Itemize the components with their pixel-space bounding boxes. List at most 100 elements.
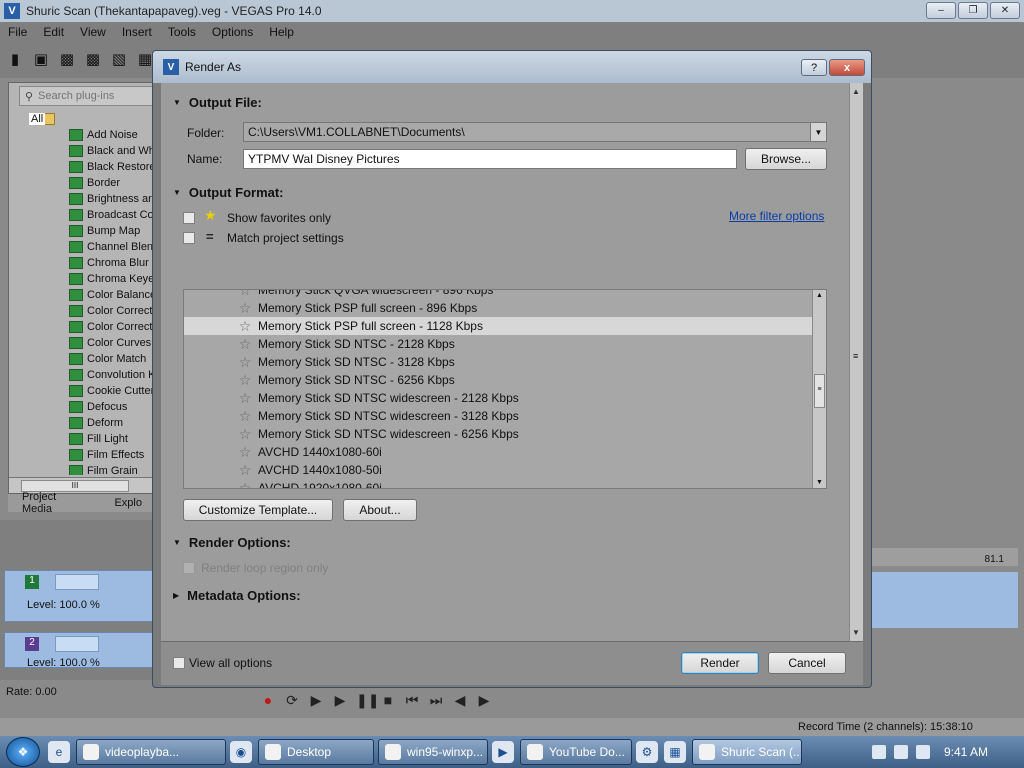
list-item[interactable]: ☆ AVCHD 1920x1080-60i [184,479,812,489]
view-all-options-checkbox[interactable] [173,657,185,669]
format-list[interactable]: ☆ Memory Stick QVGA widescreen - 896 Kbps… [183,289,827,489]
star-outline-icon[interactable]: ☆ [238,426,252,443]
previous-frame-icon[interactable]: ◀ [452,692,468,709]
help-button[interactable]: ? [801,59,827,76]
plugin-item[interactable]: Bump Map [69,223,140,239]
track-header-2[interactable]: 2 Level: 100.0 % [4,632,156,669]
save-as-icon[interactable]: ▩ [84,51,102,69]
match-settings-checkbox[interactable] [183,232,195,244]
about-button[interactable]: About... [343,499,417,521]
format-list-scrollbar[interactable]: ▲ ≡ ▼ [812,290,826,488]
stop-icon[interactable]: ■ [380,692,396,708]
customize-template-button[interactable]: Customize Template... [183,499,333,521]
tab-explorer[interactable]: Explo [100,497,156,509]
start-button[interactable]: ❖ [6,737,40,767]
render-options-section[interactable]: ▼ Render Options: [173,535,291,550]
plugin-item[interactable]: Fill Light [69,431,128,447]
plugin-item[interactable]: Cookie Cutter [69,383,154,399]
plugin-item[interactable]: Color Curves [69,335,151,351]
taskbar-item[interactable]: YouTube Do... [520,739,632,765]
app-quicklaunch-icon[interactable]: ◉ [230,741,252,763]
star-outline-icon[interactable]: ☆ [238,372,252,389]
menu-edit[interactable]: Edit [35,25,72,39]
list-item[interactable]: ☆ Memory Stick PSP full screen - 896 Kbps [184,299,812,317]
list-item[interactable]: ☆ Memory Stick SD NTSC - 6256 Kbps [184,371,812,389]
pause-icon[interactable]: ❚❚ [356,692,379,709]
plugin-item[interactable]: Deform [69,415,123,431]
taskbar-item-active[interactable]: Shuric Scan (... [692,739,802,765]
star-outline-icon[interactable]: ☆ [238,462,252,479]
tab-project-media[interactable]: Project Media [8,491,100,515]
track-header-1[interactable]: 1 Level: 100.0 % [4,570,156,622]
media-player-icon[interactable]: ▶ [492,741,514,763]
maximize-button[interactable]: ❐ [958,2,988,19]
go-to-end-icon[interactable]: ⏭ [428,692,444,709]
plugin-item[interactable]: Film Effects [69,447,144,463]
list-item[interactable]: ☆ AVCHD 1440x1080-50i [184,461,812,479]
plugin-item[interactable]: Color Match [69,351,146,367]
name-field[interactable]: YTPMV Wal Disney Pictures [243,149,737,169]
show-favorites-checkbox[interactable] [183,212,195,224]
tree-root[interactable]: - All [29,113,55,125]
plugin-item[interactable]: Color Correcto [69,303,157,319]
track-lane[interactable] [868,572,1018,628]
plugin-search[interactable]: ⚲ [19,86,157,106]
chevron-down-icon[interactable]: ▼ [810,123,826,141]
taskbar-item[interactable]: Desktop [258,739,374,765]
star-outline-icon[interactable]: ☆ [238,390,252,407]
dialog-scrollbar[interactable]: ▲ ≡ ▼ [849,83,863,641]
plugin-item[interactable]: Film Grain [69,463,138,475]
plugin-item[interactable]: Color Correcto [69,319,157,335]
render-loop-checkbox[interactable] [183,562,195,574]
plugin-search-input[interactable] [38,90,148,102]
plugin-item[interactable]: Chroma Blur [69,255,149,271]
star-outline-icon[interactable]: ☆ [238,354,252,371]
star-outline-icon[interactable]: ☆ [238,336,252,353]
star-outline-icon[interactable]: ☆ [238,408,252,425]
menu-file[interactable]: File [0,25,35,39]
render-icon[interactable]: ▧ [110,51,128,69]
star-outline-icon[interactable]: ☆ [238,290,252,299]
track-name-field[interactable] [55,574,99,590]
browse-button[interactable]: Browse... [745,148,827,170]
scroll-down-icon[interactable]: ▼ [852,628,860,637]
cancel-button[interactable]: Cancel [768,652,846,674]
go-to-start-icon[interactable]: ⏮ [404,692,420,709]
plugin-item[interactable]: Black and Whit [69,143,157,159]
taskbar-item[interactable]: win95-winxp... [378,739,488,765]
output-format-section[interactable]: ▼ Output Format: [173,185,284,200]
plugin-item[interactable]: Border [69,175,120,191]
metadata-options-section[interactable]: ▶ Metadata Options: [173,588,301,603]
clock[interactable]: 9:41 AM [944,745,988,759]
plugin-item[interactable]: Channel Blend [69,239,157,255]
list-item[interactable]: ☆ Memory Stick SD NTSC - 2128 Kbps [184,335,812,353]
plugin-item[interactable]: Convolution Ke [69,367,157,383]
list-item[interactable]: ☆ Memory Stick SD NTSC widescreen - 3128 … [184,407,812,425]
list-item[interactable]: ☆ Memory Stick SD NTSC - 3128 Kbps [184,353,812,371]
new-file-icon[interactable]: ▮ [6,51,24,69]
close-window-button[interactable]: ✕ [990,2,1020,19]
network-icon[interactable] [893,745,908,759]
flag-icon[interactable] [871,745,886,759]
settings-icon[interactable]: ⚙ [636,741,658,763]
list-item[interactable]: ☆ Memory Stick SD NTSC widescreen - 2128 … [184,389,812,407]
volume-icon[interactable] [915,745,930,759]
scroll-down-icon[interactable]: ▼ [816,479,823,486]
minimize-button[interactable]: – [926,2,956,19]
plugin-item[interactable]: Color Balance [69,287,156,303]
plugin-item[interactable]: Add Noise [69,127,138,143]
list-item[interactable]: ☆ AVCHD 1440x1080-60i [184,443,812,461]
menu-help[interactable]: Help [261,25,302,39]
folder-combo[interactable]: C:\Users\VM1.COLLABNET\Documents\ ▼ [243,122,827,142]
scroll-grip-icon[interactable]: ≡ [853,351,858,361]
plugin-item[interactable]: Broadcast Colo [69,207,157,223]
list-item[interactable]: ☆ Memory Stick QVGA widescreen - 896 Kbps [184,290,812,299]
close-dialog-button[interactable]: x [829,59,865,76]
star-outline-icon[interactable]: ☆ [238,300,252,317]
list-item-selected[interactable]: ☆ Memory Stick PSP full screen - 1128 Kbp… [184,317,812,335]
menu-view[interactable]: View [72,25,114,39]
star-outline-icon[interactable]: ☆ [238,480,252,489]
star-outline-icon[interactable]: ☆ [238,444,252,461]
plugin-item[interactable]: Chroma Keyer [69,271,157,287]
open-folder-icon[interactable]: ▣ [32,51,50,69]
